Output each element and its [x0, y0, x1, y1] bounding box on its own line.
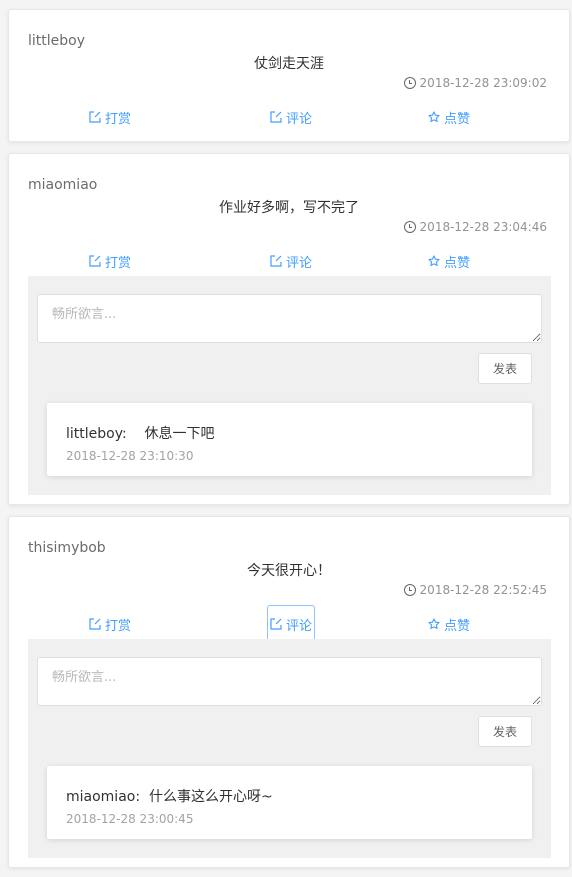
post-time: 2018-12-28 23:09:02 — [403, 76, 547, 90]
submit-button[interactable]: 发表 — [478, 353, 532, 384]
post-author: littleboy — [28, 33, 85, 49]
post-content: 作业好多啊，写不完了 — [219, 200, 359, 216]
post-author: thisimybob — [28, 540, 106, 556]
reply-input[interactable] — [37, 657, 542, 706]
post-time: 2018-12-28 22:52:45 — [403, 583, 547, 597]
post-time-text: 2018-12-28 23:09:02 — [419, 76, 547, 90]
comment-text: 休息一下吧 — [144, 426, 215, 442]
reply-input[interactable] — [37, 294, 542, 343]
post-content: 仗剑走天涯 — [254, 56, 324, 72]
like-label: 点赞 — [444, 111, 471, 127]
post-time: 2018-12-28 23:04:46 — [403, 220, 547, 234]
comment-panel: 发表 miaomiao: 什么事这么开心呀~ 2018-12-28 23:00:… — [28, 639, 551, 858]
submit-button[interactable]: 发表 — [478, 716, 532, 747]
post-time-text: 2018-12-28 22:52:45 — [419, 583, 547, 597]
comment-panel: 发表 littleboy: 休息一下吧 2018-12-28 23:10:30 — [28, 276, 551, 495]
post-actions: 打赏 评论 点赞 — [9, 605, 569, 643]
post-author: miaomiao — [28, 177, 98, 193]
comment-text: 什么事这么开心呀~ — [148, 789, 273, 805]
post-actions: 打赏 评论 点赞 — [9, 98, 569, 136]
reward-button[interactable]: 打赏 — [86, 242, 134, 280]
comment-item: miaomiao: 什么事这么开心呀~ 2018-12-28 23:00:45 — [47, 766, 532, 839]
edit-icon — [270, 255, 282, 267]
reward-label: 打赏 — [105, 618, 132, 634]
comment-button[interactable]: 评论 — [267, 98, 315, 136]
edit-icon — [270, 618, 282, 630]
star-icon — [428, 111, 440, 123]
post-time-text: 2018-12-28 23:04:46 — [419, 220, 547, 234]
comment-button[interactable]: 评论 — [267, 605, 316, 643]
reward-button[interactable]: 打赏 — [86, 98, 134, 136]
comment-time: 2018-12-28 23:10:30 — [66, 449, 194, 463]
reward-label: 打赏 — [105, 255, 132, 271]
post-card: thisimybob 今天很开心！ 2018-12-28 22:52:45 打赏… — [8, 516, 570, 868]
post-card: miaomiao 作业好多啊，写不完了 2018-12-28 23:04:46 … — [8, 153, 570, 505]
like-label: 点赞 — [444, 618, 471, 634]
comment-label: 评论 — [286, 255, 313, 271]
clock-icon — [403, 584, 416, 596]
post-card: littleboy 仗剑走天涯 2018-12-28 23:09:02 打赏 评… — [8, 9, 570, 142]
edit-icon — [89, 255, 101, 267]
like-label: 点赞 — [444, 255, 471, 271]
clock-icon — [403, 221, 416, 233]
like-button[interactable]: 点赞 — [425, 605, 473, 643]
comment-label: 评论 — [286, 618, 313, 634]
comment-user: miaomiao: — [66, 789, 141, 805]
comment-label: 评论 — [286, 111, 313, 127]
star-icon — [428, 255, 440, 267]
post-content: 今天很开心！ — [247, 563, 331, 579]
comment-button[interactable]: 评论 — [267, 242, 315, 280]
edit-icon — [89, 618, 101, 630]
edit-icon — [270, 111, 282, 123]
comment-line: miaomiao: 什么事这么开心呀~ — [66, 786, 273, 806]
post-actions: 打赏 评论 点赞 — [9, 242, 569, 280]
comment-line: littleboy: 休息一下吧 — [66, 423, 215, 443]
edit-icon — [89, 111, 101, 123]
like-button[interactable]: 点赞 — [425, 98, 473, 136]
reward-label: 打赏 — [105, 111, 132, 127]
comment-item: littleboy: 休息一下吧 2018-12-28 23:10:30 — [47, 403, 532, 476]
comment-user: littleboy: — [66, 426, 127, 442]
clock-icon — [403, 77, 416, 89]
reward-button[interactable]: 打赏 — [86, 605, 134, 643]
comment-time: 2018-12-28 23:00:45 — [66, 812, 194, 826]
star-icon — [428, 618, 440, 630]
like-button[interactable]: 点赞 — [425, 242, 473, 280]
